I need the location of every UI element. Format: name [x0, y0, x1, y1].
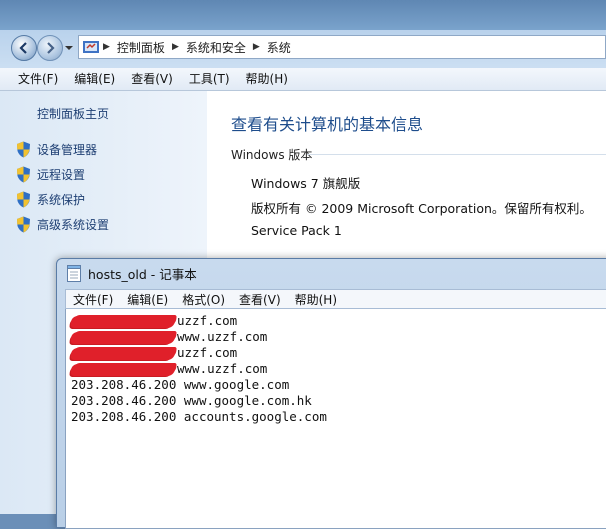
device-manager-label: 设备管理器	[37, 143, 98, 157]
uac-shield-icon	[17, 141, 30, 158]
menu-edit[interactable]: 编辑(E)	[66, 68, 123, 90]
redaction-mark	[70, 331, 176, 344]
breadcrumb-separator[interactable]: ▶	[172, 42, 179, 52]
uac-shield-icon	[17, 191, 30, 208]
service-pack-text: Service Pack 1	[251, 223, 342, 238]
np-menu-format[interactable]: 格式(O)	[175, 291, 232, 308]
system-protection-link[interactable]: 系统保护	[16, 191, 85, 208]
np-menu-edit[interactable]: 编辑(E)	[120, 291, 175, 308]
hosts-hostname: uzzf.com	[177, 345, 238, 360]
hosts-line: 203.208.46.200 www.google.com	[71, 377, 289, 393]
notepad-menubar: 文件(F) 编辑(E) 格式(O) 查看(V) 帮助(H)	[65, 289, 606, 309]
page-title: 查看有关计算机的基本信息	[231, 115, 424, 134]
hosts-line: 203.208.46.200 accounts.google.com	[71, 409, 327, 425]
hosts-line: www.uzzf.com	[70, 361, 268, 377]
remote-settings-link[interactable]: 远程设置	[16, 166, 85, 183]
history-dropdown-icon[interactable]	[65, 44, 73, 52]
redaction-mark	[70, 315, 176, 328]
redaction-mark	[70, 347, 176, 360]
uac-shield-icon	[17, 166, 30, 183]
advanced-system-settings-link[interactable]: 高级系统设置	[16, 216, 109, 233]
uac-shield-icon	[17, 216, 30, 233]
notepad-title: hosts_old - 记事本	[88, 266, 197, 282]
windows-edition-value: Windows 7 旗舰版	[251, 176, 361, 191]
back-button[interactable]	[11, 35, 37, 61]
hosts-line: uzzf.com	[70, 345, 238, 361]
device-manager-link[interactable]: 设备管理器	[16, 141, 97, 158]
breadcrumb-control-panel[interactable]: 控制面板	[117, 39, 165, 56]
breadcrumb-separator[interactable]: ▶	[253, 42, 260, 52]
forward-arrow-icon	[47, 42, 55, 54]
notepad-icon	[67, 264, 81, 282]
np-menu-view[interactable]: 查看(V)	[232, 291, 288, 308]
menu-file[interactable]: 文件(F)	[0, 68, 66, 90]
hosts-line: uzzf.com	[70, 313, 238, 329]
system-protection-label: 系统保护	[37, 193, 86, 207]
redaction-mark	[70, 363, 176, 376]
background-window-strip	[0, 0, 606, 30]
np-menu-help[interactable]: 帮助(H)	[288, 291, 344, 308]
back-arrow-icon	[19, 42, 27, 54]
hosts-line: 203.208.46.200 www.google.com.hk	[71, 393, 312, 409]
notepad-text-area[interactable]: uzzf.com www.uzzf.com uzzf.com www.uzzf.…	[65, 309, 606, 529]
remote-settings-label: 远程设置	[37, 168, 86, 182]
breadcrumb-separator[interactable]: ▶	[103, 42, 110, 52]
copyright-text: 版权所有 © 2009 Microsoft Corporation。保留所有权利…	[251, 201, 592, 216]
hosts-line: www.uzzf.com	[70, 329, 268, 345]
hosts-ip: 203.208.46.200	[71, 409, 177, 424]
menu-help[interactable]: 帮助(H)	[238, 68, 296, 90]
menu-tools[interactable]: 工具(T)	[181, 68, 238, 90]
hosts-ip: 203.208.46.200	[71, 393, 177, 408]
np-menu-file[interactable]: 文件(F)	[66, 291, 120, 308]
hosts-hostname: uzzf.com	[177, 313, 238, 328]
forward-button[interactable]	[37, 35, 63, 61]
notepad-titlebar[interactable]: hosts_old - 记事本	[57, 259, 606, 287]
hosts-hostname: www.uzzf.com	[177, 329, 268, 344]
notepad-window: hosts_old - 记事本 文件(F) 编辑(E) 格式(O) 查看(V) …	[56, 258, 606, 529]
control-panel-home-link[interactable]: 控制面板主页	[37, 105, 109, 122]
breadcrumb-system[interactable]: 系统	[267, 39, 291, 56]
navigation-bar: ▶ 控制面板 ▶ 系统和安全 ▶ 系统	[0, 30, 606, 68]
control-panel-icon	[83, 41, 99, 53]
address-bar[interactable]: ▶ 控制面板 ▶ 系统和安全 ▶ 系统	[78, 35, 606, 59]
hosts-hostname: www.uzzf.com	[177, 361, 268, 376]
explorer-menubar: 文件(F) 编辑(E) 查看(V) 工具(T) 帮助(H)	[0, 68, 606, 91]
menu-view[interactable]: 查看(V)	[123, 68, 181, 90]
hosts-hostname: www.google.com	[183, 377, 290, 392]
section-divider	[307, 154, 606, 155]
hosts-hostname: accounts.google.com	[183, 409, 327, 424]
advanced-system-settings-label: 高级系统设置	[37, 218, 110, 232]
hosts-hostname: www.google.com.hk	[183, 393, 312, 408]
windows-edition-heading: Windows 版本	[231, 148, 313, 162]
breadcrumb-system-security[interactable]: 系统和安全	[186, 39, 246, 56]
hosts-ip: 203.208.46.200	[71, 377, 177, 392]
